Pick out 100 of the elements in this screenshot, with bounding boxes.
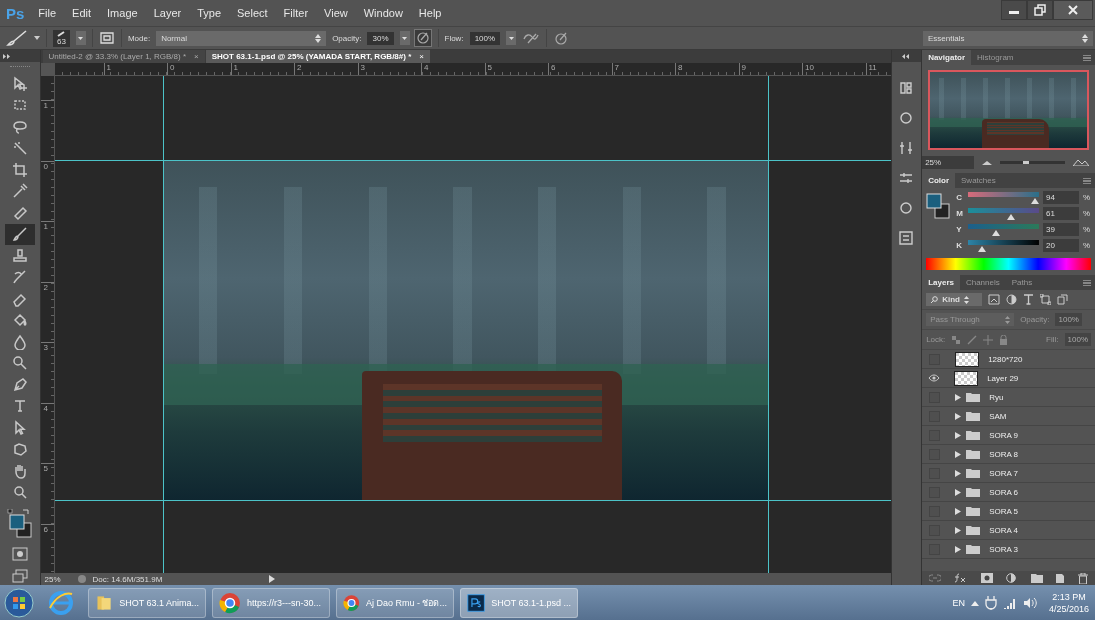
pressure-size-icon[interactable] [553,30,570,46]
tab-close-button[interactable]: × [194,52,199,61]
language-indicator[interactable]: EN [952,597,965,608]
slider-thumb[interactable] [991,229,1000,236]
speaker-icon[interactable] [1022,596,1037,609]
clock-date[interactable]: 4/25/2016 [1048,602,1089,615]
zoom-level[interactable]: 25% [44,574,71,584]
disclosure-triangle-icon[interactable] [955,526,962,534]
menu-item[interactable]: Edit [72,7,92,19]
zoom-slider[interactable] [1000,161,1065,164]
close-button[interactable] [1053,0,1093,20]
screen-mode-icon[interactable] [11,569,28,583]
brush-size-picker[interactable]: 63 [53,29,70,47]
checker-icon[interactable] [951,334,962,345]
quick-mask-icon[interactable] [11,547,28,561]
layer-row[interactable]: SORA 4 [922,521,1095,540]
zoom-field[interactable]: 25% [922,156,975,169]
channel-value-field[interactable]: 94 [1043,191,1079,204]
layer-row[interactable]: 1280*720 [922,350,1095,369]
layer-row[interactable]: SORA 8 [922,445,1095,464]
preset-dropdown-button[interactable] [75,31,86,45]
layer-row[interactable]: SORA 7 [922,464,1095,483]
layer-row[interactable]: SORA 3 [922,540,1095,559]
document-tab[interactable]: Untitled-2 @ 33.3% (Layer 1, RGB/8) * × [42,50,205,63]
properties-icon[interactable] [898,230,915,246]
start-button[interactable] [4,587,34,618]
disclosure-triangle-icon[interactable] [955,393,962,401]
disclosure-triangle-icon[interactable] [955,431,962,439]
document-tab[interactable]: SHOT 63.1-1.psd @ 25% (YAMADA START, RGB/8#) * × [205,50,430,63]
shape-filter-icon[interactable] [1040,294,1052,305]
layer-row[interactable]: SORA 6 [922,483,1095,502]
minimize-button[interactable] [1001,0,1027,20]
brush-tool-icon[interactable] [4,223,35,245]
new-layer-icon[interactable] [1055,573,1066,583]
color-spectrum[interactable] [926,258,1091,270]
half-circle-icon[interactable] [1006,294,1018,305]
expand-icon[interactable] [3,53,11,59]
disclosure-triangle-icon[interactable] [955,450,962,458]
collapse-icon[interactable] [902,53,911,59]
panel-tab[interactable]: Paths [1005,275,1039,290]
channel-value-field[interactable]: 39 [1043,223,1079,236]
layer-opacity-field[interactable]: 100% [1055,313,1082,326]
clock-time[interactable]: 2:13 PM [1052,590,1086,603]
browser-e-icon[interactable] [48,589,74,616]
disclosure-triangle-icon[interactable] [955,545,962,553]
tab-close-button[interactable]: × [419,52,424,61]
caret-icon[interactable] [34,36,40,40]
chevron-up-icon[interactable] [970,599,979,606]
channel-value-field[interactable]: 20 [1043,239,1079,252]
smart-object-icon[interactable] [1057,294,1069,305]
panel-menu-icon[interactable] [1083,177,1091,184]
layer-row[interactable]: SAM [922,407,1095,426]
type-filter-icon[interactable] [1023,294,1035,305]
mask-icon[interactable] [980,573,993,583]
folder-icon[interactable] [1030,573,1043,583]
panel-menu-icon[interactable] [1083,54,1091,61]
panel-tab[interactable]: Channels [959,275,1006,290]
flow-dropdown-button[interactable] [506,31,517,45]
flow-field[interactable]: 100% [469,31,501,45]
restore-button[interactable] [1027,0,1053,20]
layer-row[interactable]: SORA 9 [922,426,1095,445]
disclosure-triangle-icon[interactable] [955,469,962,477]
color-swatches-icon[interactable] [926,193,951,219]
filter-dropdown[interactable]: Kind [926,293,983,306]
menu-item[interactable]: File [38,7,57,19]
panel-tab[interactable]: Histogram [971,50,1020,65]
menu-item[interactable]: Window [363,7,403,19]
pressure-opacity-icon[interactable] [413,29,432,47]
panel-tab[interactable]: Navigator [922,50,972,65]
color-swatches-icon[interactable] [6,509,33,539]
fill-field[interactable]: 100% [1064,333,1091,346]
slider-thumb[interactable] [1007,213,1016,220]
eye-icon[interactable] [928,374,941,382]
menu-item[interactable]: Help [418,7,442,19]
power-plug-icon[interactable] [984,595,997,610]
trash-icon[interactable] [1078,572,1089,584]
menu-item[interactable]: View [324,7,348,19]
image-filter-icon[interactable] [988,294,1001,305]
menu-item[interactable]: Select [237,7,268,19]
opacity-field[interactable]: 30% [367,31,394,45]
small-mountain-icon[interactable] [982,160,993,165]
panel-tab[interactable]: Color [922,173,956,188]
panel-tab[interactable]: Swatches [955,173,1002,188]
half-circle-icon[interactable] [1005,573,1018,583]
disclosure-triangle-icon[interactable] [955,507,962,515]
layer-row[interactable]: Ryu [922,388,1095,407]
menu-item[interactable]: Filter [283,7,309,19]
menu-item[interactable]: Layer [153,7,182,19]
effects-icon[interactable] [953,573,968,583]
signal-icon[interactable] [1002,596,1017,609]
adjustments-icon[interactable] [898,170,915,186]
menu-item[interactable]: Type [197,7,222,19]
layer-row[interactable]: Layer 29 [922,369,1095,388]
panel-menu-icon[interactable] [1083,279,1091,286]
mode-dropdown[interactable]: Normal [156,30,327,46]
menu-item[interactable]: Image [107,7,138,19]
slider-thumb[interactable] [978,245,987,252]
navigator-preview[interactable] [928,70,1089,150]
disclosure-triangle-icon[interactable] [955,412,962,420]
large-mountain-icon[interactable] [1073,159,1089,166]
